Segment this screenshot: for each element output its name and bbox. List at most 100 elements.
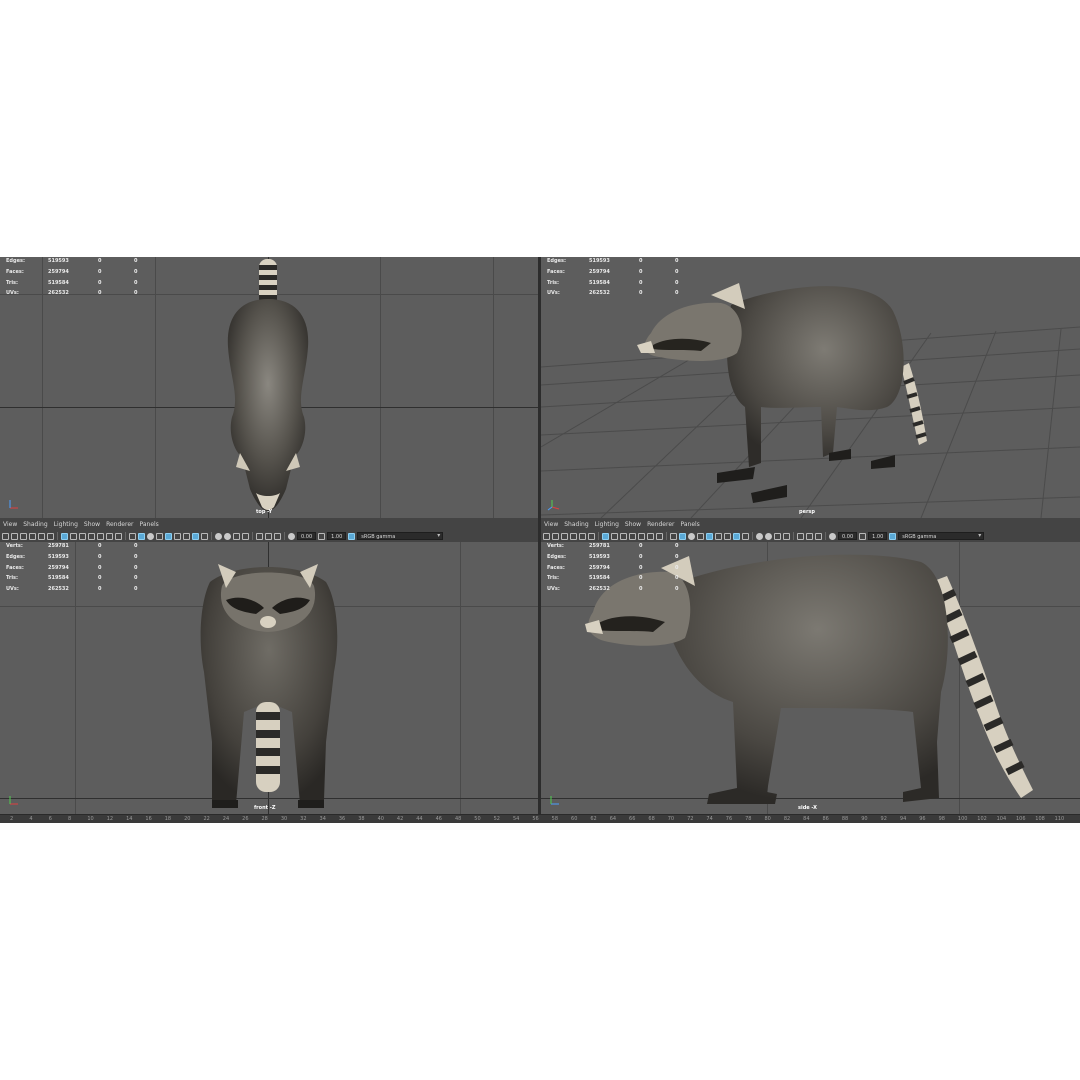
xray-active-icon[interactable]: [274, 532, 281, 540]
field-chart-icon[interactable]: [97, 532, 104, 540]
smooth-shade-icon[interactable]: [138, 532, 145, 540]
safe-title-icon[interactable]: [656, 532, 663, 540]
raccoon-body: [726, 286, 904, 467]
exposure-icon[interactable]: [829, 532, 836, 540]
xray-joints-icon[interactable]: [806, 532, 813, 540]
exposure-icon[interactable]: [288, 532, 295, 540]
camera-icon[interactable]: [543, 532, 550, 540]
hud-value: 0: [134, 575, 138, 582]
raccoon-tail: [259, 259, 277, 305]
viewport-front[interactable]: Verts: 259781 0 0 Edges: 519593 0 0 Faces: 2597…: [0, 542, 538, 814]
resolution-gate-icon[interactable]: [79, 532, 86, 540]
anti-aliasing-icon[interactable]: [233, 532, 240, 540]
wireframe-icon[interactable]: [129, 532, 136, 540]
smooth-shade-icon[interactable]: [679, 532, 686, 540]
camera-icon[interactable]: [2, 532, 9, 540]
panel-menu: View Shading Lighting Show Renderer Pane…: [0, 520, 162, 530]
xray-icon[interactable]: [742, 532, 749, 540]
grid-toggle-icon[interactable]: [61, 532, 68, 540]
wireframe-icon[interactable]: [670, 532, 677, 540]
bookmark-icon[interactable]: [561, 532, 568, 540]
default-material-icon[interactable]: [147, 532, 154, 540]
gate-mask-icon[interactable]: [88, 532, 95, 540]
menu-renderer[interactable]: Renderer: [103, 520, 136, 530]
menu-shading[interactable]: Shading: [20, 520, 50, 530]
use-all-lights-icon[interactable]: [174, 532, 181, 540]
ambient-occlusion-icon[interactable]: [756, 532, 763, 540]
menu-panels[interactable]: Panels: [677, 520, 702, 530]
menu-view[interactable]: View: [541, 520, 561, 530]
camera-attributes-icon[interactable]: [11, 532, 18, 540]
hud-row-verts: Verts: 259781 0 0: [6, 542, 154, 552]
hud-row-uvs: UVs: 262532 0 0: [547, 584, 695, 595]
grid-toggle-icon[interactable]: [602, 532, 609, 540]
color-management-icon[interactable]: [348, 532, 356, 540]
camera-attributes-icon[interactable]: [552, 532, 559, 540]
time-tick-label: 32: [300, 816, 307, 822]
isolate-select-icon[interactable]: [733, 532, 740, 540]
gamma-icon[interactable]: [318, 532, 326, 540]
grease-pencil-icon[interactable]: [588, 532, 595, 540]
isolate-icon[interactable]: [797, 532, 804, 540]
textured-icon[interactable]: [165, 532, 172, 540]
image-plane-icon[interactable]: [570, 532, 577, 540]
exposure-field[interactable]: 0.00: [297, 532, 317, 540]
use-all-lights-icon[interactable]: [715, 532, 722, 540]
hud-label: Faces:: [6, 268, 24, 275]
field-chart-icon[interactable]: [638, 532, 645, 540]
menu-renderer[interactable]: Renderer: [644, 520, 677, 530]
viewport-divider[interactable]: [538, 257, 541, 814]
anti-aliasing-icon[interactable]: [774, 532, 781, 540]
textured-icon[interactable]: [706, 532, 713, 540]
safe-action-icon[interactable]: [106, 532, 113, 540]
color-management-icon[interactable]: [889, 532, 897, 540]
depth-of-field-icon[interactable]: [783, 532, 790, 540]
menu-panels[interactable]: Panels: [136, 520, 161, 530]
gamma-icon[interactable]: [859, 532, 867, 540]
gamma-field[interactable]: 1.00: [327, 532, 347, 540]
2d-pan-icon[interactable]: [38, 532, 45, 540]
shadows-icon[interactable]: [724, 532, 731, 540]
gate-mask-icon[interactable]: [629, 532, 636, 540]
motion-blur-icon[interactable]: [224, 532, 231, 540]
bookmark-icon[interactable]: [20, 532, 27, 540]
2d-pan-icon[interactable]: [579, 532, 586, 540]
viewport-persp[interactable]: Edges: 519593 0 0 Faces: 259794 0 0 Tris: 51958…: [541, 257, 1080, 518]
gamma-field[interactable]: 1.00: [868, 532, 888, 540]
menu-shading[interactable]: Shading: [561, 520, 591, 530]
wireframe-on-shaded-icon[interactable]: [697, 532, 704, 540]
depth-of-field-icon[interactable]: [242, 532, 249, 540]
menu-lighting[interactable]: Lighting: [51, 520, 81, 530]
viewport-side[interactable]: Verts: 259781 0 0 Edges: 519593 0 0 Faces: 2597…: [541, 542, 1080, 814]
film-gate-icon[interactable]: [70, 532, 77, 540]
shadows-icon[interactable]: [183, 532, 190, 540]
xray-active-icon[interactable]: [815, 532, 822, 540]
motion-blur-icon[interactable]: [765, 532, 772, 540]
view-transform-select[interactable]: sRGB gamma: [898, 532, 985, 540]
resolution-gate-icon[interactable]: [620, 532, 627, 540]
wireframe-on-shaded-icon[interactable]: [156, 532, 163, 540]
time-tick-label: 86: [822, 816, 829, 822]
safe-action-icon[interactable]: [647, 532, 654, 540]
safe-title-icon[interactable]: [115, 532, 122, 540]
film-gate-icon[interactable]: [611, 532, 618, 540]
ambient-occlusion-icon[interactable]: [215, 532, 222, 540]
menu-lighting[interactable]: Lighting: [592, 520, 622, 530]
hud-row-edges: Edges: 519593 0 0: [547, 257, 695, 267]
viewport-top[interactable]: Edges: 519593 0 0 Faces: 259794 0 0 Tris: 51958…: [0, 257, 538, 518]
menu-view[interactable]: View: [0, 520, 20, 530]
view-transform-select[interactable]: sRGB gamma: [357, 532, 444, 540]
menu-show[interactable]: Show: [81, 520, 103, 530]
panel-tool-row: 0.00 1.00 sRGB gamma: [2, 531, 444, 541]
xray-joints-icon[interactable]: [265, 532, 272, 540]
grease-pencil-icon[interactable]: [47, 532, 54, 540]
menu-show[interactable]: Show: [622, 520, 644, 530]
isolate-select-icon[interactable]: [192, 532, 199, 540]
camera-label: top -Y: [256, 509, 273, 515]
image-plane-icon[interactable]: [29, 532, 36, 540]
isolate-icon[interactable]: [256, 532, 263, 540]
xray-icon[interactable]: [201, 532, 208, 540]
exposure-field[interactable]: 0.00: [838, 532, 858, 540]
default-material-icon[interactable]: [688, 532, 695, 540]
time-slider[interactable]: 2 4 6 8 10 12 14 16 18 20 22 24 26 28 30 32 34 36 38 40 42 44…: [0, 814, 1080, 823]
